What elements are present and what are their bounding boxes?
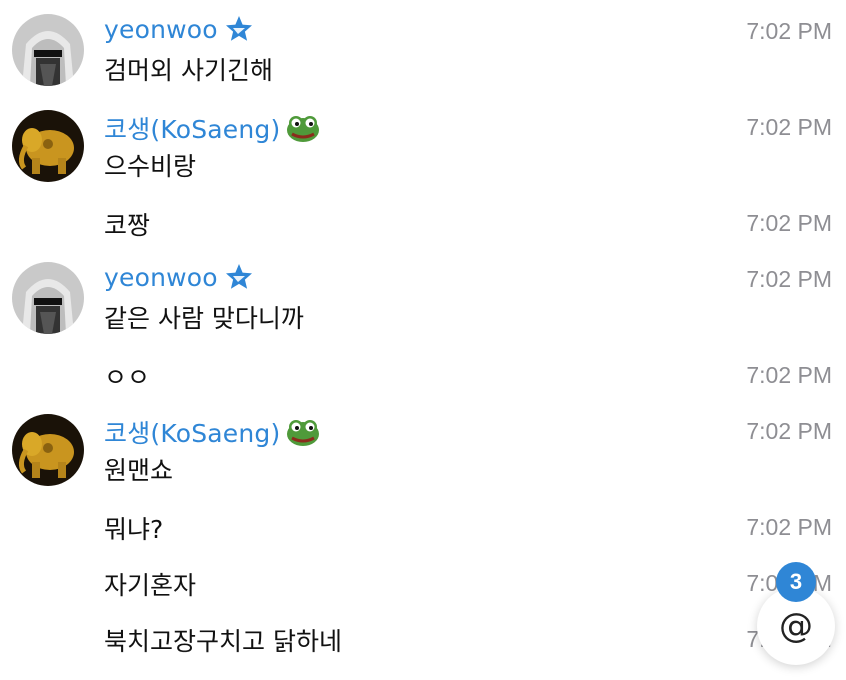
pepe-frog-icon bbox=[287, 116, 320, 142]
message-time: 7:02 PM bbox=[746, 266, 832, 292]
message-time: 7:02 PM bbox=[746, 18, 832, 44]
message-continuation: 자기혼자 7:02 PM bbox=[0, 556, 846, 612]
avatar-kosaeng[interactable] bbox=[12, 414, 84, 486]
message-continuation: 북치고장구치고 닭하네 7:02 PM bbox=[0, 612, 846, 668]
message-text[interactable]: 원맨쇼 bbox=[104, 451, 173, 487]
message-text[interactable]: 검머외 사기긴해 bbox=[104, 51, 273, 87]
sender-name[interactable]: 코생(KoSaeng) bbox=[104, 414, 320, 450]
sender-name[interactable]: 코생(KoSaeng) bbox=[104, 110, 320, 146]
message-text[interactable]: 뭐냐? bbox=[104, 510, 163, 546]
message-time: 7:02 PM bbox=[746, 362, 832, 388]
avatar-yeonwoo[interactable] bbox=[12, 14, 84, 86]
sender-name-text: yeonwoo bbox=[104, 262, 218, 292]
avatar-kosaeng[interactable] bbox=[12, 110, 84, 182]
message-time: 7:02 PM bbox=[746, 114, 832, 140]
message-time: 7:02 PM bbox=[746, 418, 832, 444]
avatar-image bbox=[12, 14, 84, 86]
star-badge-icon bbox=[225, 16, 252, 41]
message-text[interactable]: 코짱 bbox=[104, 206, 150, 242]
message-text[interactable]: 같은 사람 맞다니까 bbox=[104, 299, 304, 335]
message-group: 코생(KoSaeng) 원맨쇼 7:02 PM bbox=[0, 400, 846, 500]
pepe-frog-icon bbox=[287, 420, 320, 446]
message-text[interactable]: 으수비랑 bbox=[104, 147, 196, 183]
message-continuation: 뭐냐? 7:02 PM bbox=[0, 500, 846, 556]
message-text[interactable]: ㅇㅇ bbox=[104, 358, 150, 394]
message-continuation: ㅇㅇ 7:02 PM bbox=[0, 348, 846, 404]
sender-name[interactable]: yeonwoo bbox=[104, 14, 254, 44]
avatar-image bbox=[12, 414, 84, 486]
sender-name[interactable]: yeonwoo bbox=[104, 262, 254, 292]
message-text[interactable]: 자기혼자 bbox=[104, 566, 196, 602]
avatar-image bbox=[12, 262, 84, 334]
message-text[interactable]: 북치고장구치고 닭하네 bbox=[104, 622, 342, 658]
sender-name-text: 코생(KoSaeng) bbox=[104, 115, 281, 144]
message-time: 7:02 PM bbox=[746, 514, 832, 540]
message-time: 7:02 PM bbox=[746, 210, 832, 236]
chat-message-list[interactable]: yeonwoo 검머외 사기긴해 7:02 PM 코생(KoSaeng) 으수비… bbox=[0, 0, 846, 680]
sender-name-text: 코생(KoSaeng) bbox=[104, 419, 281, 448]
message-group: yeonwoo 같은 사람 맞다니까 7:02 PM bbox=[0, 248, 846, 348]
message-group: 코생(KoSaeng) 으수비랑 7:02 PM bbox=[0, 96, 846, 196]
unread-mention-badge: 3 bbox=[776, 562, 816, 602]
avatar-yeonwoo[interactable] bbox=[12, 262, 84, 334]
message-continuation: 코짱 7:02 PM bbox=[0, 196, 846, 252]
avatar-image bbox=[12, 110, 84, 182]
star-badge-icon bbox=[225, 264, 252, 289]
sender-name-text: yeonwoo bbox=[104, 14, 218, 44]
at-sign-icon: @ bbox=[779, 606, 813, 646]
message-group: yeonwoo 검머외 사기긴해 7:02 PM bbox=[0, 0, 846, 100]
